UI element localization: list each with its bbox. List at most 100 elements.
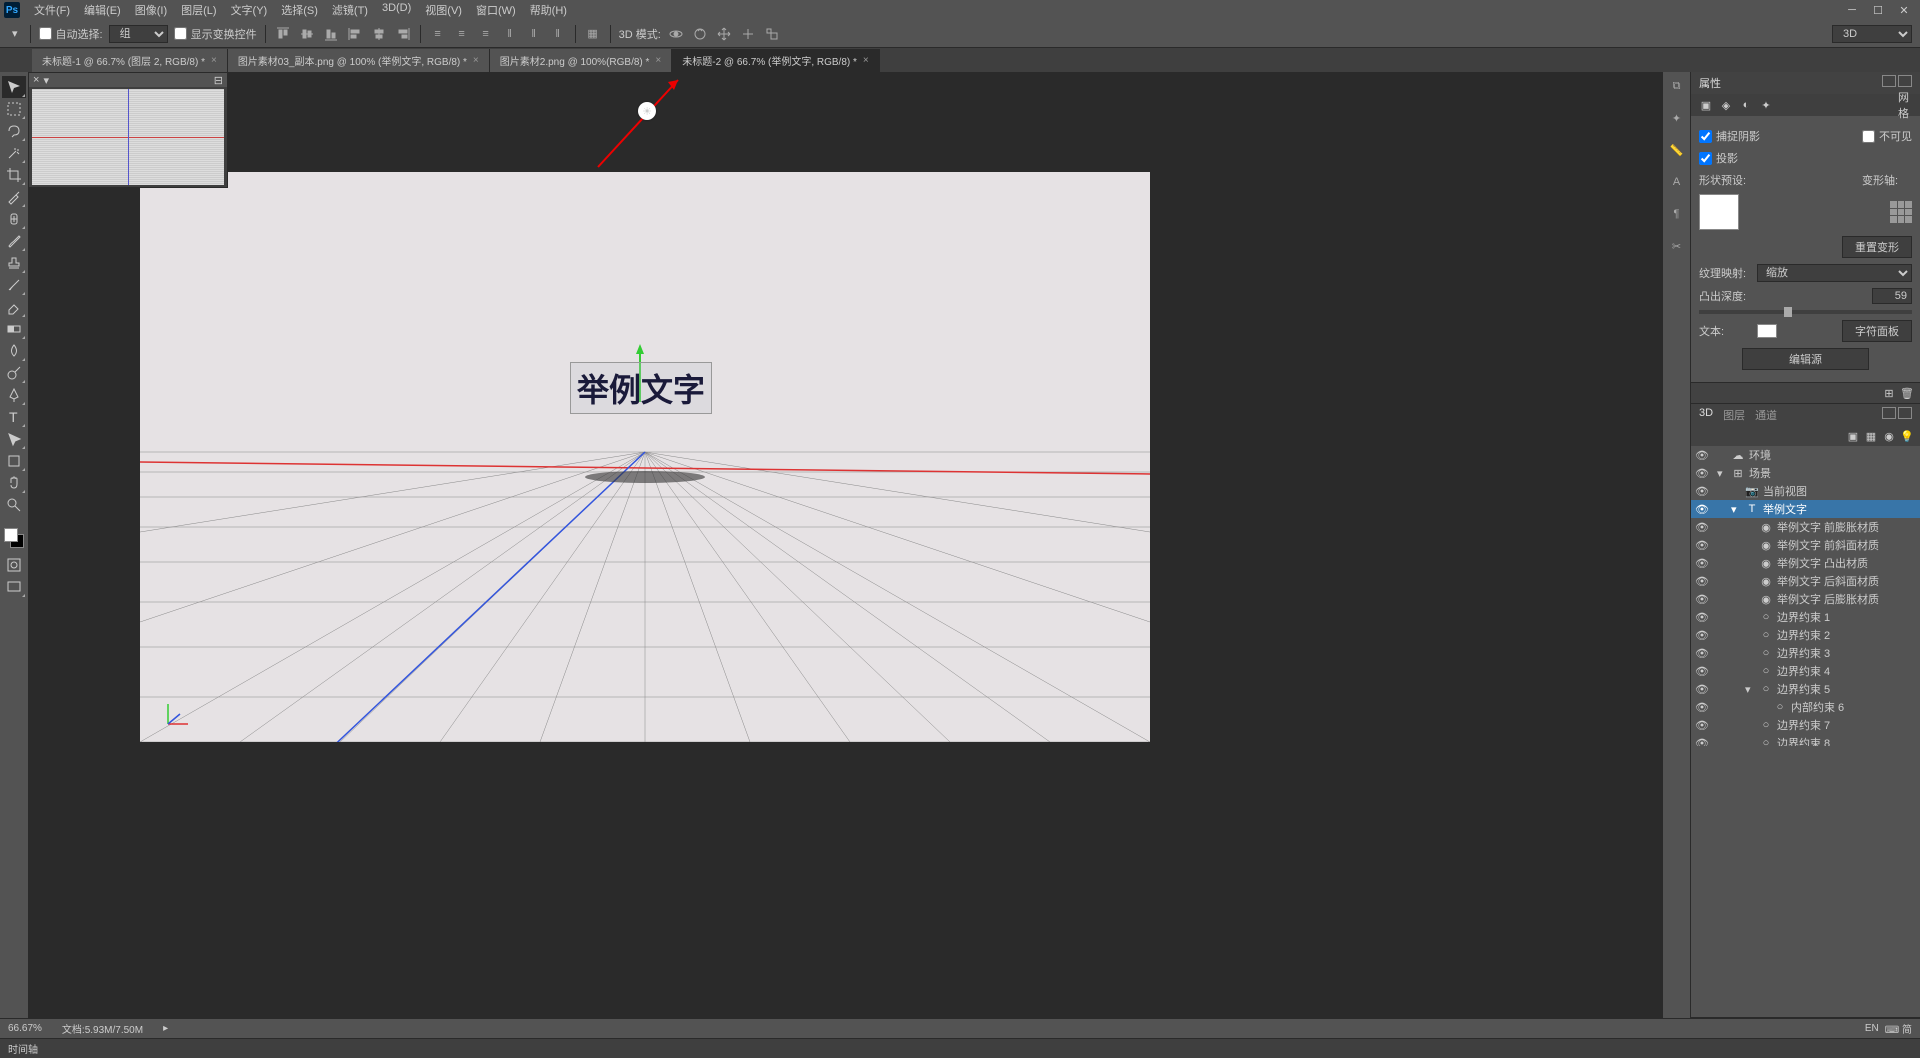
show-transform-checkbox[interactable]: 显示变换控件 <box>174 26 257 42</box>
close-button[interactable]: ✕ <box>1892 2 1916 18</box>
close-icon[interactable]: × <box>863 55 869 66</box>
menu-filter[interactable]: 滤镜(T) <box>326 0 374 20</box>
menu-window[interactable]: 窗口(W) <box>470 0 522 20</box>
visibility-icon[interactable]: 👁 <box>1695 485 1709 498</box>
shape-tool[interactable] <box>2 450 26 472</box>
tree-item[interactable]: 👁○内部约束 6 <box>1691 698 1920 716</box>
visibility-icon[interactable]: 👁 <box>1695 467 1709 480</box>
move-tool-indicator-icon[interactable]: ▾ <box>8 25 22 42</box>
filter-scene-icon[interactable]: ▣ <box>1846 429 1860 443</box>
foreground-color[interactable] <box>4 528 18 542</box>
type-tool[interactable]: T <box>2 406 26 428</box>
crop-tool[interactable] <box>2 164 26 186</box>
panel-menu-icon[interactable] <box>1898 75 1912 87</box>
gradient-tool[interactable] <box>2 318 26 340</box>
move-tool[interactable] <box>2 76 26 98</box>
eraser-tool[interactable] <box>2 296 26 318</box>
nav-close-icon[interactable]: × <box>33 74 39 86</box>
visibility-icon[interactable]: 👁 <box>1695 611 1709 624</box>
extrude-depth-input[interactable] <box>1872 288 1912 304</box>
distribute-vcenter-icon[interactable]: ≡ <box>453 25 471 43</box>
dock-tool-icon[interactable]: ✦ <box>1667 110 1687 126</box>
prop-cap-icon[interactable]: ◐ <box>1739 98 1753 112</box>
filter-material-icon[interactable]: ◉ <box>1882 429 1896 443</box>
eyedropper-tool[interactable] <box>2 186 26 208</box>
align-left-icon[interactable] <box>346 25 364 43</box>
pen-tool[interactable] <box>2 384 26 406</box>
tree-item[interactable]: 👁○边界约束 2 <box>1691 626 1920 644</box>
tree-item[interactable]: 👁○边界约束 3 <box>1691 644 1920 662</box>
extrude-depth-slider[interactable] <box>1699 310 1912 314</box>
menu-image[interactable]: 图像(I) <box>129 0 173 20</box>
panel-menu-icon[interactable] <box>1898 407 1912 419</box>
dock-paragraph-icon[interactable]: ¶ <box>1667 206 1687 222</box>
menu-text[interactable]: 文字(Y) <box>225 0 274 20</box>
ime-mode[interactable]: ⌨ 简 <box>1885 1021 1912 1036</box>
close-icon[interactable]: × <box>655 55 661 66</box>
menu-file[interactable]: 文件(F) <box>28 0 76 20</box>
visibility-icon[interactable]: 👁 <box>1695 521 1709 534</box>
prop-footer-render-icon[interactable]: ⊞ <box>1882 386 1896 400</box>
panel-collapse-icon[interactable] <box>1882 407 1896 419</box>
fgbg-colors[interactable] <box>4 528 24 548</box>
tree-item[interactable]: 👁▾T举例文字 <box>1691 500 1920 518</box>
panel-collapse-icon[interactable] <box>1882 75 1896 87</box>
3d-scale-icon[interactable] <box>763 25 781 43</box>
hand-tool[interactable] <box>2 472 26 494</box>
screenmode-icon[interactable] <box>2 576 26 598</box>
maximize-button[interactable]: ☐ <box>1866 2 1890 18</box>
navigator-panel[interactable]: ×▾ ⊟ <box>28 72 228 188</box>
lasso-tool[interactable] <box>2 120 26 142</box>
visibility-icon[interactable]: 👁 <box>1695 719 1709 732</box>
tree-item[interactable]: 👁◉举例文字 前斜面材质 <box>1691 536 1920 554</box>
align-right-icon[interactable] <box>394 25 412 43</box>
capture-shadow-checkbox[interactable]: 捕捉阴影 <box>1699 128 1760 144</box>
status-arrow-icon[interactable]: ▸ <box>163 1023 168 1034</box>
filter-mesh-icon[interactable]: ▦ <box>1864 429 1878 443</box>
tree-item[interactable]: 👁◉举例文字 后膨胀材质 <box>1691 590 1920 608</box>
char-panel-button[interactable]: 字符面板 <box>1842 320 1912 342</box>
align-hcenter-icon[interactable] <box>370 25 388 43</box>
3d-pan-icon[interactable] <box>715 25 733 43</box>
visibility-icon[interactable]: 👁 <box>1695 647 1709 660</box>
tree-item[interactable]: 👁◉举例文字 后斜面材质 <box>1691 572 1920 590</box>
menu-select[interactable]: 选择(S) <box>275 0 324 20</box>
distribute-left-icon[interactable]: ‖ <box>501 25 519 43</box>
align-vcenter-icon[interactable] <box>298 25 316 43</box>
tab-doc-1[interactable]: 未标题-1 @ 66.7% (图层 2, RGB/8) *× <box>32 49 228 72</box>
reset-deform-button[interactable]: 重置变形 <box>1842 236 1912 258</box>
prop-coords-icon[interactable]: ✦ <box>1759 98 1773 112</box>
light-source-icon[interactable]: ☀ <box>638 102 656 120</box>
zoom-level[interactable]: 66.67% <box>8 1023 42 1034</box>
auto-select-dropdown[interactable]: 组 <box>109 25 168 43</box>
distribute-top-icon[interactable]: ≡ <box>429 25 447 43</box>
3d-tab[interactable]: 3D <box>1699 407 1713 423</box>
blur-tool[interactable] <box>2 340 26 362</box>
ime-indicator[interactable]: EN <box>1865 1023 1879 1034</box>
close-icon[interactable]: × <box>473 55 479 66</box>
tree-item[interactable]: 👁○边界约束 4 <box>1691 662 1920 680</box>
path-select-tool[interactable] <box>2 428 26 450</box>
tab-doc-3[interactable]: 图片素材2.png @ 100%(RGB/8) *× <box>490 49 673 72</box>
dock-character-icon[interactable]: A <box>1667 174 1687 190</box>
expand-icon[interactable]: ▾ <box>1717 467 1727 480</box>
tree-item[interactable]: 👁▾⊞场景 <box>1691 464 1920 482</box>
dock-3d-icon[interactable]: ⧉ <box>1667 78 1687 94</box>
align-bottom-icon[interactable] <box>322 25 340 43</box>
nav-collapse-icon[interactable]: ⊟ <box>214 74 223 87</box>
timeline-bar[interactable]: 时间轴 <box>0 1038 1920 1058</box>
tree-item[interactable]: 👁📷当前视图 <box>1691 482 1920 500</box>
stamp-tool[interactable] <box>2 252 26 274</box>
menu-view[interactable]: 视图(V) <box>419 0 468 20</box>
visibility-icon[interactable]: 👁 <box>1695 629 1709 642</box>
tree-item[interactable]: 👁○边界约束 1 <box>1691 608 1920 626</box>
3d-orbit-icon[interactable] <box>667 25 685 43</box>
menu-edit[interactable]: 编辑(E) <box>78 0 127 20</box>
prop-mesh-icon[interactable]: ▣ <box>1699 98 1713 112</box>
invisible-checkbox[interactable]: 不可见 <box>1862 128 1912 144</box>
prop-deform-icon[interactable]: ◈ <box>1719 98 1733 112</box>
properties-tab[interactable]: 属性 <box>1699 75 1721 91</box>
workspace-dropdown[interactable]: 3D <box>1832 25 1912 43</box>
tree-item[interactable]: 👁◉举例文字 凸出材质 <box>1691 554 1920 572</box>
tree-item[interactable]: 👁☁环境 <box>1691 446 1920 464</box>
